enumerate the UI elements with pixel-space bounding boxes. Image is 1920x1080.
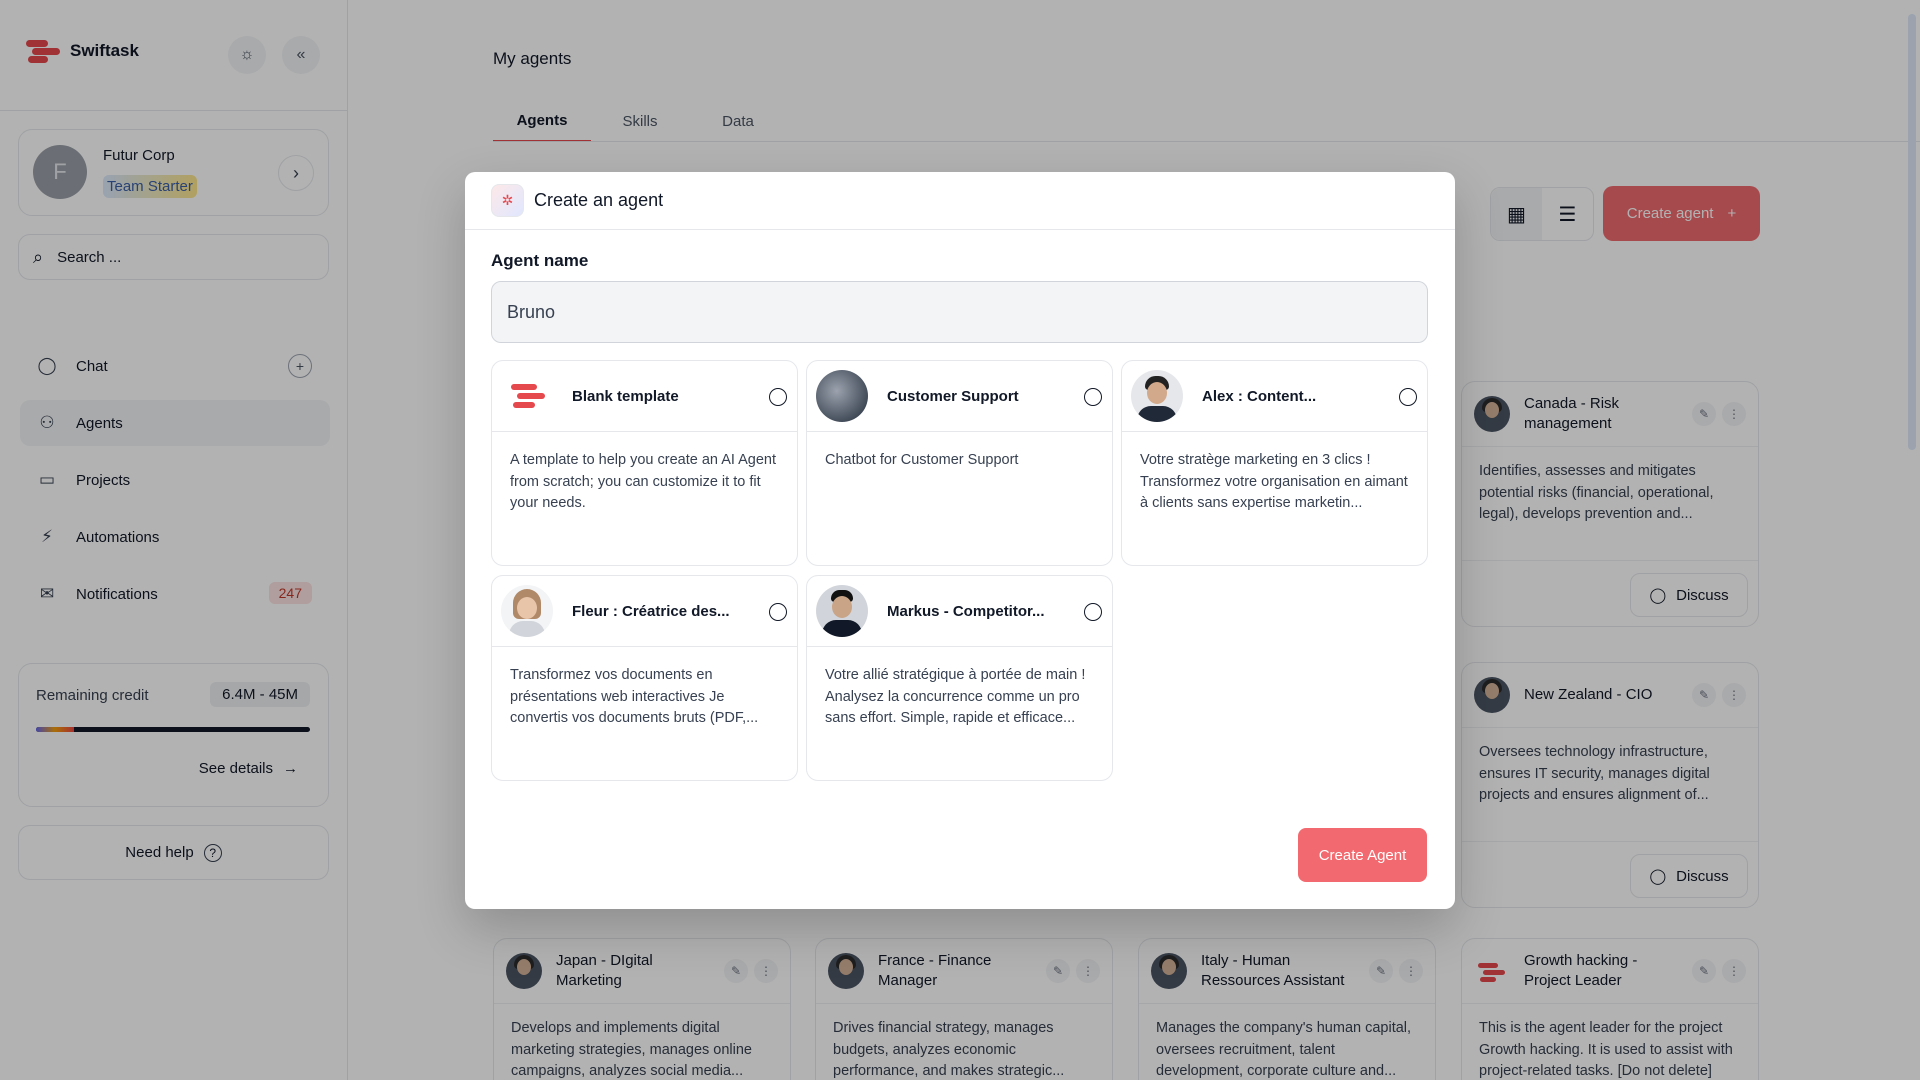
agent-name-label: Agent name [491,251,589,270]
modal-title: Create an agent [534,190,664,210]
page-scrollbar[interactable] [1908,14,1916,450]
create-agent-submit-button[interactable]: Create Agent [1298,828,1427,882]
template-description: Votre allié stratégique à portée de main… [825,667,1086,726]
template-card-customer-support[interactable]: Customer Support Chatbot for Customer Su… [806,360,1113,566]
swiftask-logo-icon [501,370,553,422]
template-description: Chatbot for Customer Support [825,452,1019,468]
template-name: Customer Support [887,387,1019,405]
template-description: A template to help you create an AI Agen… [510,452,777,511]
template-radio[interactable] [1084,603,1102,621]
modal-header: ✲ Create an agent [465,172,1455,230]
template-card-alex[interactable]: Alex : Content... Votre stratège marketi… [1121,360,1428,566]
template-avatar [816,370,868,422]
template-avatar [1131,370,1183,422]
template-radio[interactable] [1399,388,1417,406]
template-radio[interactable] [769,603,787,621]
template-name: Blank template [572,387,679,405]
template-radio[interactable] [769,388,787,406]
template-card-fleur[interactable]: Fleur : Créatrice des... Transformez vos… [491,575,798,781]
agent-creation-icon: ✲ [491,184,524,217]
template-card-blank[interactable]: Blank template A template to help you cr… [491,360,798,566]
agent-name-input[interactable] [491,281,1428,343]
template-avatar [816,585,868,637]
create-agent-modal: ✲ Create an agent Agent name Blank templ… [465,172,1455,909]
template-description: Votre stratège marketing en 3 clics ! Tr… [1140,452,1408,511]
template-avatar [501,585,553,637]
template-name: Fleur : Créatrice des... [572,602,730,620]
template-name: Alex : Content... [1202,387,1317,405]
template-card-markus[interactable]: Markus - Competitor... Votre allié strat… [806,575,1113,781]
template-radio[interactable] [1084,388,1102,406]
template-description: Transformez vos documents en présentatio… [510,667,759,726]
template-name: Markus - Competitor... [887,602,1045,620]
